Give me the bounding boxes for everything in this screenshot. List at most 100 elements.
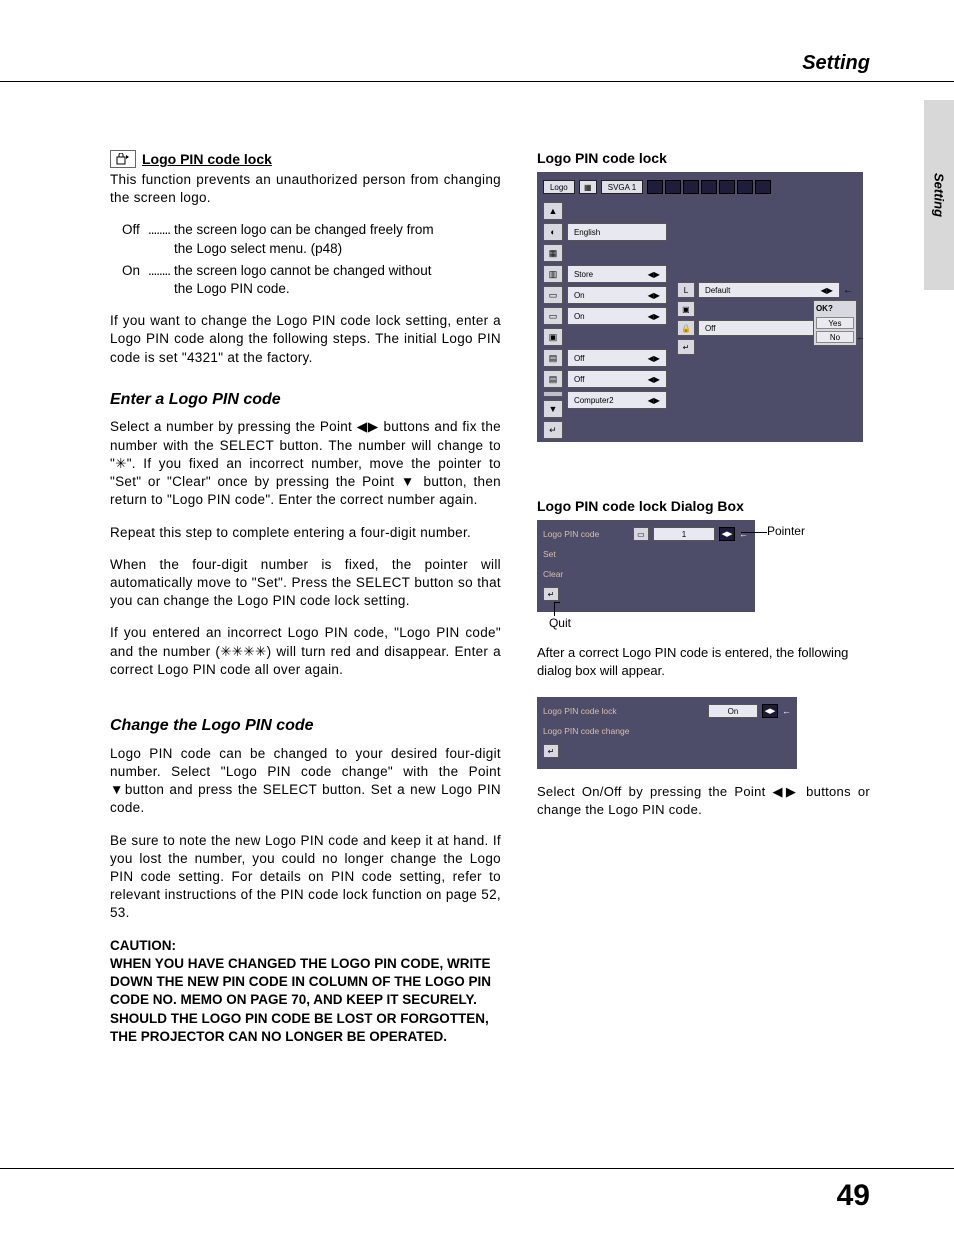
heading-change-pin: Change the Logo PIN code [110,715,501,737]
dlg-clear: Clear [543,569,629,579]
p1d: If you entered an incorrect Logo PIN cod… [110,624,501,679]
osd-value-rows: English Store◀▶ On◀▶ On◀▶ Off◀▶ Off◀▶ Co… [567,202,667,409]
osd-item-icon: ▭ [543,307,563,325]
quit-label: Quit [549,616,870,630]
pointer-icon: ← [782,706,791,716]
p2a: Logo PIN code can be changed to your des… [110,745,501,818]
dlg-quit-icon: ↵ [543,587,559,601]
heading-enter-pin: Enter a Logo PIN code [110,389,501,411]
fig2-title: Logo PIN code lock Dialog Box [537,498,870,514]
dlg2-quit-icon: ↵ [543,744,559,758]
osd-row: Store◀▶ [567,265,667,283]
osd-item-icon: ▣ [543,328,563,346]
p1c: When the four-digit number is fixed, the… [110,556,501,611]
arrows-icon: ◀▶ [648,270,660,279]
content: Logo PIN code lock This function prevent… [110,150,870,1046]
dlg-icon: ▭ [633,527,649,541]
dlg-set: Set [543,549,629,559]
arrows-icon: ◀▶ [648,312,660,321]
page-header: Setting [0,52,954,82]
opt-dots: ........ [148,262,174,298]
osd-mode-chip: SVGA 1 [601,180,643,194]
lock-title-row: Logo PIN code lock [110,150,501,169]
osd-top-icons [647,180,771,194]
option-on: On ........ the screen logo cannot be ch… [122,262,501,298]
osd-icon-chip: ▦ [579,180,597,194]
osd-top-icon [755,180,771,194]
confirm-no: No← [816,331,854,343]
osd-top-icon [701,180,717,194]
osd-figure: Logo ▦ SVGA 1 ▲ ◐ ▦ ▥ ▭ ▭ [537,172,863,442]
opt-on-desc: the screen logo cannot be changed withou… [174,262,501,298]
osd-row: Computer2◀▶ [567,391,667,409]
dlg-value: 1 [653,527,715,541]
osd-top-bar: Logo ▦ SVGA 1 [543,178,857,196]
option-off: Off ........ the screen logo can be chan… [122,221,501,257]
dialog-note: After a correct Logo PIN code is entered… [537,644,870,679]
osd-row: Off◀▶ [567,370,667,388]
sub-lock-icon: 🔒 [677,320,695,336]
osd-logo-chip: Logo [543,180,575,194]
pointer-icon: ← [739,529,748,539]
sub-quit-icon: ↵ [677,339,695,355]
dialog2-instr: Select On/Off by pressing the Point ◀▶ b… [537,783,870,818]
pointer-icon: ← [843,285,853,296]
arrows-icon: ◀▶ [821,286,833,295]
osd-item-icon: ▭ [543,286,563,304]
lock-icon [110,150,136,168]
p2b: Be sure to note the new Logo PIN code an… [110,832,501,923]
confirm-yes: Yes [816,317,854,329]
right-column: Logo PIN code lock Logo ▦ SVGA 1 ▲ ◐ [537,150,870,1046]
osd-item-icon: ▤ [543,370,563,388]
arrows-icon: ◀▶ [648,396,660,405]
pointer-icon: ← [856,332,865,343]
osd-down-icon: ▼ [543,400,563,418]
p1a: Select a number by pressing the Point ◀▶… [110,418,501,509]
confirm-box: OK? Yes No← [813,300,857,346]
arrows-icon: ◀▶ [648,291,660,300]
page-number: 49 [837,1179,870,1213]
side-tab: Setting [924,100,954,290]
side-tab-label: Setting [932,173,947,217]
left-column: Logo PIN code lock This function prevent… [110,150,501,1046]
lock-title: Logo PIN code lock [142,150,272,169]
dlg-label: Logo PIN code [543,529,629,539]
footer-rule [0,1168,954,1169]
caution-text: WHEN YOU HAVE CHANGED THE LOGO PIN CODE,… [110,955,501,1046]
osd-row: On◀▶ [567,286,667,304]
opt-dots: ........ [148,221,174,257]
fig1-title: Logo PIN code lock [537,150,870,166]
opt-on-key: On [122,262,148,298]
osd-item-icon: ▤ [543,349,563,367]
header-title: Setting [802,52,870,74]
arrows-icon: ◀▶ [648,354,660,363]
osd-item-icon: ◐ [543,223,563,241]
pointer-label: Pointer [767,524,805,538]
osd-row: On◀▶ [567,307,667,325]
dlg2-row1-label: Logo PIN code lock [543,706,704,716]
dialog-figure: Logo PIN code ▭ 1 ◀▶ ← Set Clear ↵ [537,520,755,612]
osd-row: English [567,223,667,241]
osd-top-icon [737,180,753,194]
caution-label: CAUTION: [110,937,501,955]
after-options-para: If you want to change the Logo PIN code … [110,312,501,367]
dialog2-figure: Logo PIN code lock On ◀▶ ← Logo PIN code… [537,697,797,769]
arrows-icon: ◀▶ [762,704,778,718]
arrows-icon: ◀▶ [719,527,735,541]
osd-item-icon: ▥ [543,265,563,283]
arrows-icon: ◀▶ [648,375,660,384]
dlg2-row2-label: Logo PIN code change [543,726,791,736]
opt-off-key: Off [122,221,148,257]
sub-icon: ▣ [677,301,695,317]
osd-top-icon [683,180,699,194]
osd-top-icon [647,180,663,194]
osd-row: Off◀▶ [567,349,667,367]
osd-up-icon: ▲ [543,202,563,220]
opt-off-desc: the screen logo can be changed freely fr… [174,221,501,257]
dlg2-row1-val: On [708,704,758,718]
p1b: Repeat this step to complete entering a … [110,524,501,542]
osd-top-icon [665,180,681,194]
osd-top-icon [719,180,735,194]
osd-quit-icon: ↵ [543,421,563,439]
intro-para: This function prevents an unauthorized p… [110,171,501,207]
